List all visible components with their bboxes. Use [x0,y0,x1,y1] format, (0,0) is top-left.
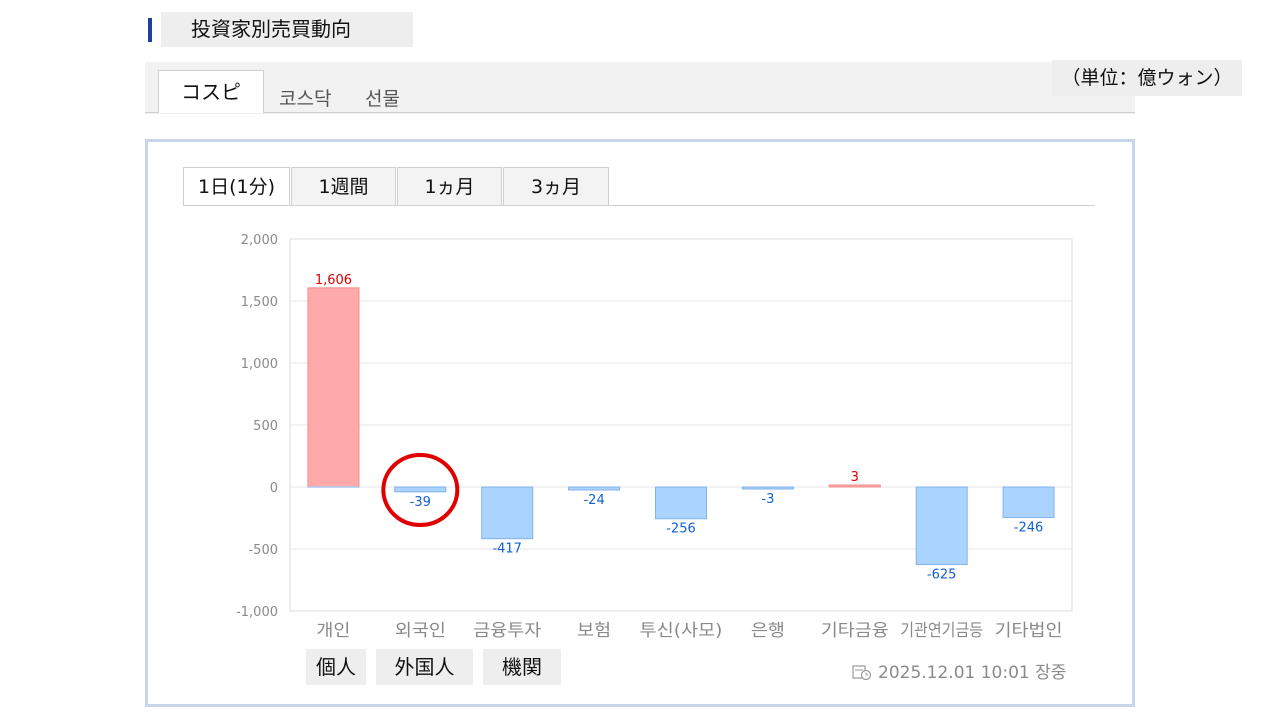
bar [1002,486,1055,519]
xtick-label: 기관연기금등 [900,621,983,641]
data-label: -625 [927,568,957,583]
ytick-label: 1,000 [241,357,278,372]
bar [741,486,794,490]
xtick-label: 기타법인 [995,621,1063,641]
data-label: -24 [583,493,604,508]
ytick-label: 2,000 [241,233,278,248]
data-label: 3 [851,470,859,485]
xtick-label: 금융투자 [473,621,541,641]
bar [828,484,881,488]
data-label: -246 [1014,521,1044,536]
bar [568,486,621,491]
category-tag-foreign: 外国人 [376,649,473,685]
clock-icon [852,665,872,680]
ytick-label: -1,000 [236,605,278,620]
bar [481,486,534,540]
data-label: -417 [492,542,522,557]
investor-bar-chart: 2,000 1,500 1,000 500 0 -500 -1,000 1,606 -39 -4… [236,233,1073,641]
bar [394,486,447,493]
bar [307,287,360,488]
timestamp: 2025.12.01 10:01 장중 [852,658,1066,683]
xtick-label: 기타금융 [821,621,889,641]
xtick-label: 투신(사모) [640,621,723,641]
xtick-label: 개인 [316,621,350,641]
xtick-label: 은행 [751,621,785,641]
data-label: -256 [666,522,696,537]
data-label: 1,606 [315,273,352,288]
ytick-label: -500 [248,543,278,558]
category-tag-individual: 個人 [306,649,366,685]
ytick-label: 0 [270,481,278,496]
bar [655,486,707,520]
ytick-label: 500 [253,419,278,434]
bar [915,486,968,565]
timestamp-text: 2025.12.01 10:01 장중 [878,663,1067,683]
data-label: -39 [410,495,431,510]
xtick-label: 보험 [577,621,611,641]
data-label: -3 [761,492,774,507]
ytick-label: 1,500 [241,295,278,310]
category-tag-institution: 機関 [483,649,561,685]
xtick-label: 외국인 [395,621,446,641]
